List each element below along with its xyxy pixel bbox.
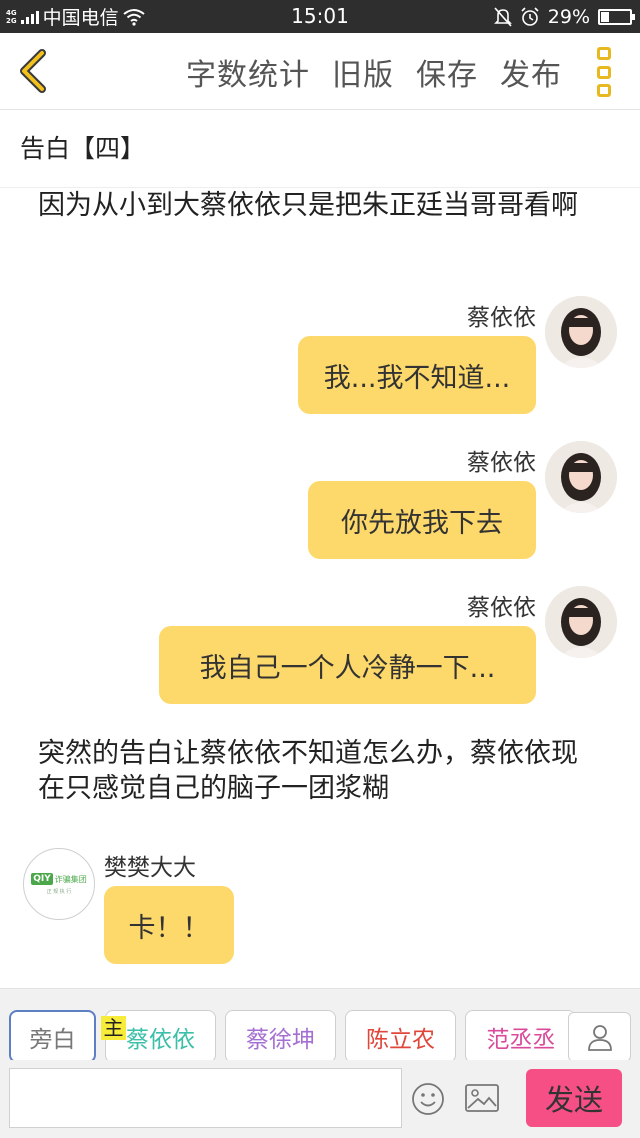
role-chip[interactable]: 蔡徐坤 — [225, 1010, 336, 1063]
image-button[interactable] — [464, 1082, 500, 1114]
narration-text: 因为从小到大蔡依依只是把朱正廷当哥哥看啊 — [38, 190, 578, 221]
girl-portrait-icon — [545, 296, 617, 368]
chapter-title[interactable]: 告白【四】 — [20, 110, 145, 188]
vertical-dot — [597, 84, 611, 97]
message-sender-name: 蔡依依 — [467, 305, 536, 331]
battery-percent: 29% — [547, 5, 590, 28]
battery-level — [601, 11, 609, 22]
role-chip[interactable]: 陈立农 — [345, 1010, 456, 1063]
add-role-button[interactable] — [568, 1012, 631, 1062]
chapter-header: 告白【四】 — [0, 110, 640, 188]
logo-text: 诈骗集团 — [54, 874, 87, 884]
vertical-dots-icon — [597, 47, 611, 60]
avatar[interactable] — [545, 296, 617, 368]
person-icon — [587, 1025, 612, 1051]
bell-mute-icon — [493, 6, 512, 27]
alarm-icon — [521, 6, 539, 26]
role-chip[interactable]: 旁白 — [9, 1010, 96, 1063]
status-bar: 4G 2G 中国电信 15:01 29% — [0, 0, 640, 33]
save-button[interactable]: 保存 — [416, 50, 478, 94]
smiley-icon — [412, 1083, 444, 1115]
more-menu-button[interactable] — [594, 47, 614, 97]
message-sender-name: 蔡依依 — [467, 595, 536, 621]
narration-text: 突然的告白让蔡依依不知道怎么办，蔡依依现在只感觉自己的脑子一团浆糊 — [38, 738, 578, 804]
vertical-dot — [597, 65, 611, 79]
logo-mark: QIY — [31, 873, 53, 885]
send-button[interactable]: 发送 — [526, 1069, 622, 1127]
avatar[interactable]: QIY 诈骗集团 正 规 执 行 — [23, 848, 95, 920]
role-chip[interactable]: 范丞丞 — [465, 1010, 576, 1063]
message-input[interactable] — [9, 1068, 402, 1128]
avatar[interactable] — [545, 586, 617, 658]
girl-portrait-icon — [545, 441, 617, 513]
editor-toolbar: 字数统计 旧版 保存 发布 — [0, 33, 640, 110]
back-button[interactable] — [14, 49, 54, 93]
iqiyi-logo-icon: QIY 诈骗集团 — [31, 873, 87, 885]
message-bubble[interactable]: 你先放我下去 — [308, 481, 536, 559]
old-version-button[interactable]: 旧版 — [332, 50, 394, 94]
battery-icon — [598, 8, 635, 25]
word-count-button[interactable]: 字数统计 — [186, 50, 310, 94]
publish-button[interactable]: 发布 — [500, 50, 562, 94]
message-bubble[interactable]: 卡！！ — [104, 886, 234, 964]
chevron-left-icon — [20, 49, 46, 93]
main-role-badge: 主 — [101, 1016, 126, 1040]
girl-portrait-icon — [545, 586, 617, 658]
emoji-button[interactable] — [411, 1082, 445, 1116]
logo-subtext: 正 规 执 行 — [46, 889, 72, 895]
message-bubble[interactable]: 我...我不知道... — [298, 336, 536, 414]
status-right: 29% — [493, 0, 635, 33]
story-content[interactable]: 因为从小到大蔡依依只是把朱正廷当哥哥看啊 蔡依依 我...我不知道... 蔡依依… — [0, 188, 640, 988]
toolbar-actions: 字数统计 旧版 保存 发布 — [186, 33, 562, 110]
image-icon — [465, 1084, 499, 1112]
message-sender-name: 蔡依依 — [467, 450, 536, 476]
avatar[interactable] — [545, 441, 617, 513]
message-sender-name: 樊樊大大 — [104, 855, 196, 881]
input-bar: 发送 — [0, 1060, 640, 1138]
message-bubble[interactable]: 我自己一个人冷静一下... — [159, 626, 536, 704]
